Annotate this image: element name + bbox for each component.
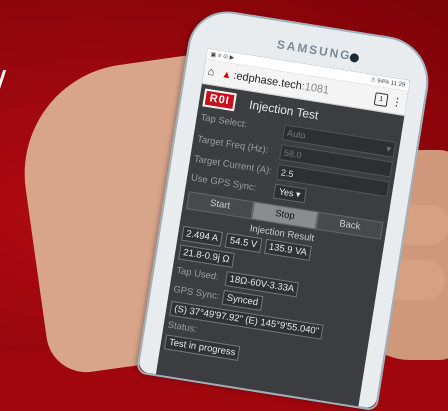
tabs-icon[interactable]: 1 (373, 91, 389, 107)
gps-sync-select[interactable]: Yes ▾ (272, 183, 307, 204)
warning-icon[interactable]: ▲ (221, 68, 233, 80)
chevron-down-icon: ▾ (385, 143, 392, 155)
menu-icon[interactable]: ⋮ (391, 94, 404, 109)
logo: R0I (202, 88, 237, 112)
home-icon[interactable]: ⌂ (207, 66, 221, 80)
